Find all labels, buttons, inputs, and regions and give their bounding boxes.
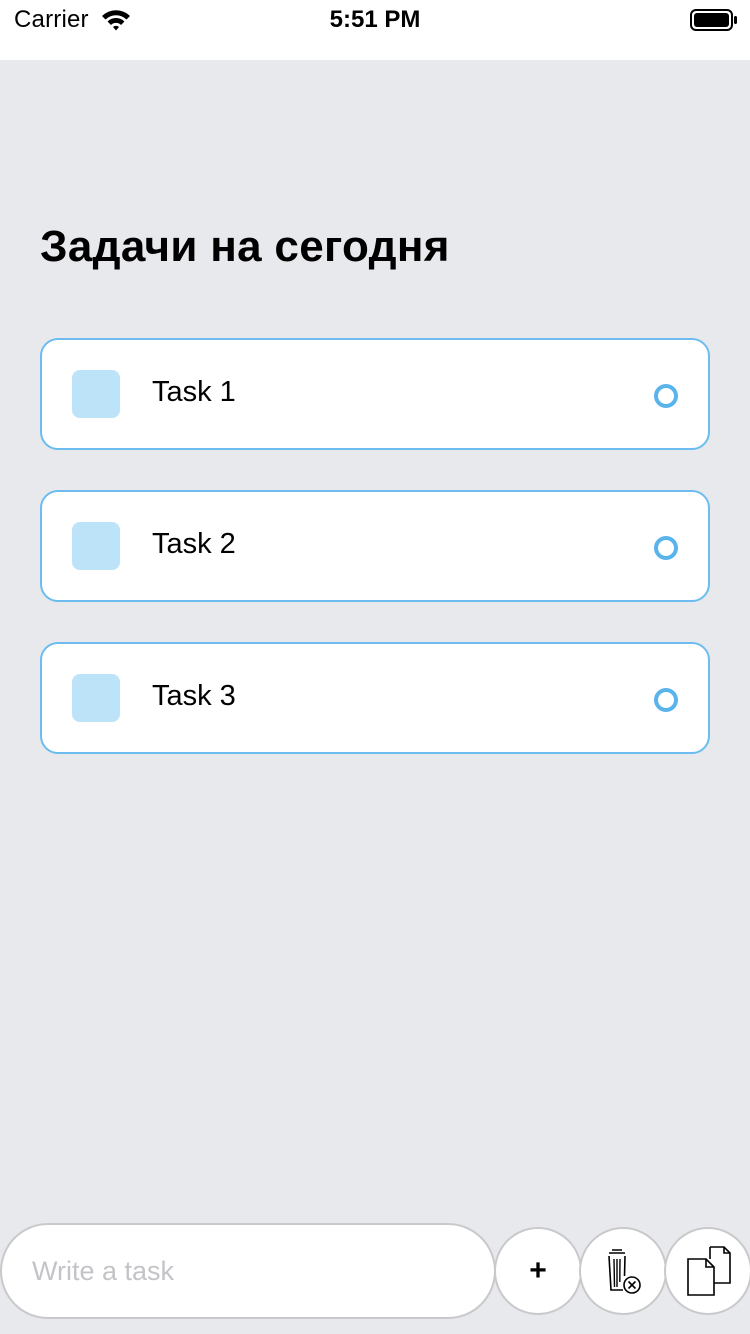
copy-tasks-button[interactable]: [664, 1227, 750, 1315]
task-checkbox[interactable]: [72, 674, 120, 722]
task-item[interactable]: Task 3: [40, 642, 710, 754]
status-circle-icon[interactable]: [654, 536, 678, 560]
task-label: Task 3: [152, 680, 236, 712]
status-bar: Carrier 5:51 PM: [0, 0, 750, 60]
task-item[interactable]: Task 2: [40, 490, 710, 602]
task-label: Task 2: [152, 528, 236, 560]
delete-tasks-button[interactable]: [579, 1227, 667, 1315]
task-checkbox[interactable]: [72, 522, 120, 570]
status-circle-icon[interactable]: [654, 688, 678, 712]
status-circle-icon[interactable]: [654, 384, 678, 408]
task-item[interactable]: Task 1: [40, 338, 710, 450]
task-input[interactable]: [0, 1223, 496, 1319]
copy-icon: [687, 1246, 731, 1296]
trash-icon: [608, 1249, 641, 1294]
plus-icon: +: [529, 1254, 547, 1287]
task-composer: +: [0, 1223, 750, 1319]
add-task-button[interactable]: +: [494, 1227, 582, 1315]
task-label: Task 1: [152, 376, 236, 408]
page-title: Задачи на сегодня: [40, 222, 450, 271]
status-time: 5:51 PM: [329, 6, 421, 33]
battery-icon: [690, 9, 737, 31]
task-checkbox[interactable]: [72, 370, 120, 418]
task-list: Task 1 Task 2 Task 3: [40, 338, 710, 794]
